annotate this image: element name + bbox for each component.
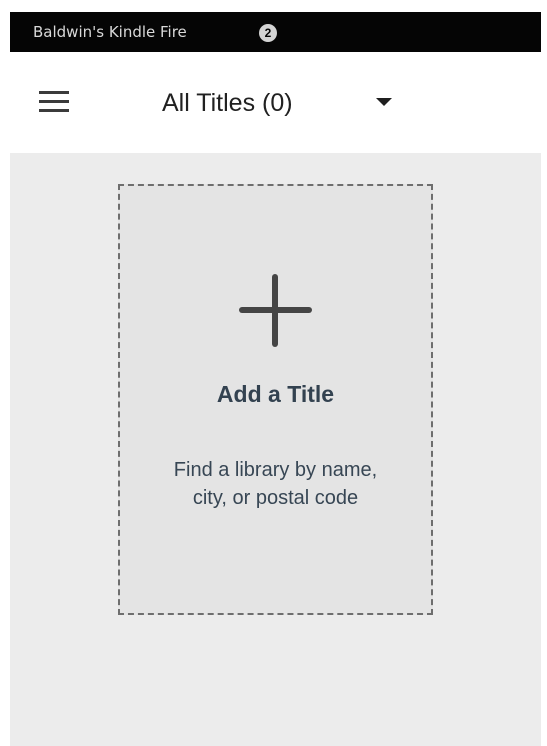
app-bar: All Titles (0) [10,52,541,153]
add-title-card[interactable]: Add a Title Find a library by name, city… [118,184,433,615]
add-title-description: Find a library by name, city, or postal … [120,456,431,512]
dropdown-label: All Titles (0) [162,89,293,117]
hamburger-menu-icon[interactable] [36,88,72,116]
add-title-heading: Add a Title [216,381,335,407]
titles-filter-dropdown[interactable]: All Titles (0) [152,78,402,126]
device-name: Baldwin's Kindle Fire [33,23,187,41]
status-bar: Baldwin's Kindle Fire 2 [10,12,541,52]
notification-count-badge[interactable]: 2 [259,24,277,42]
app-screen: Baldwin's Kindle Fire 2 All Titles (0) A… [10,12,541,746]
plus-icon [239,274,312,347]
description-line-1: Find a library by name, [173,459,378,481]
description-line-2: city, or postal code [192,487,359,509]
dropdown-arrow-icon [376,98,392,106]
